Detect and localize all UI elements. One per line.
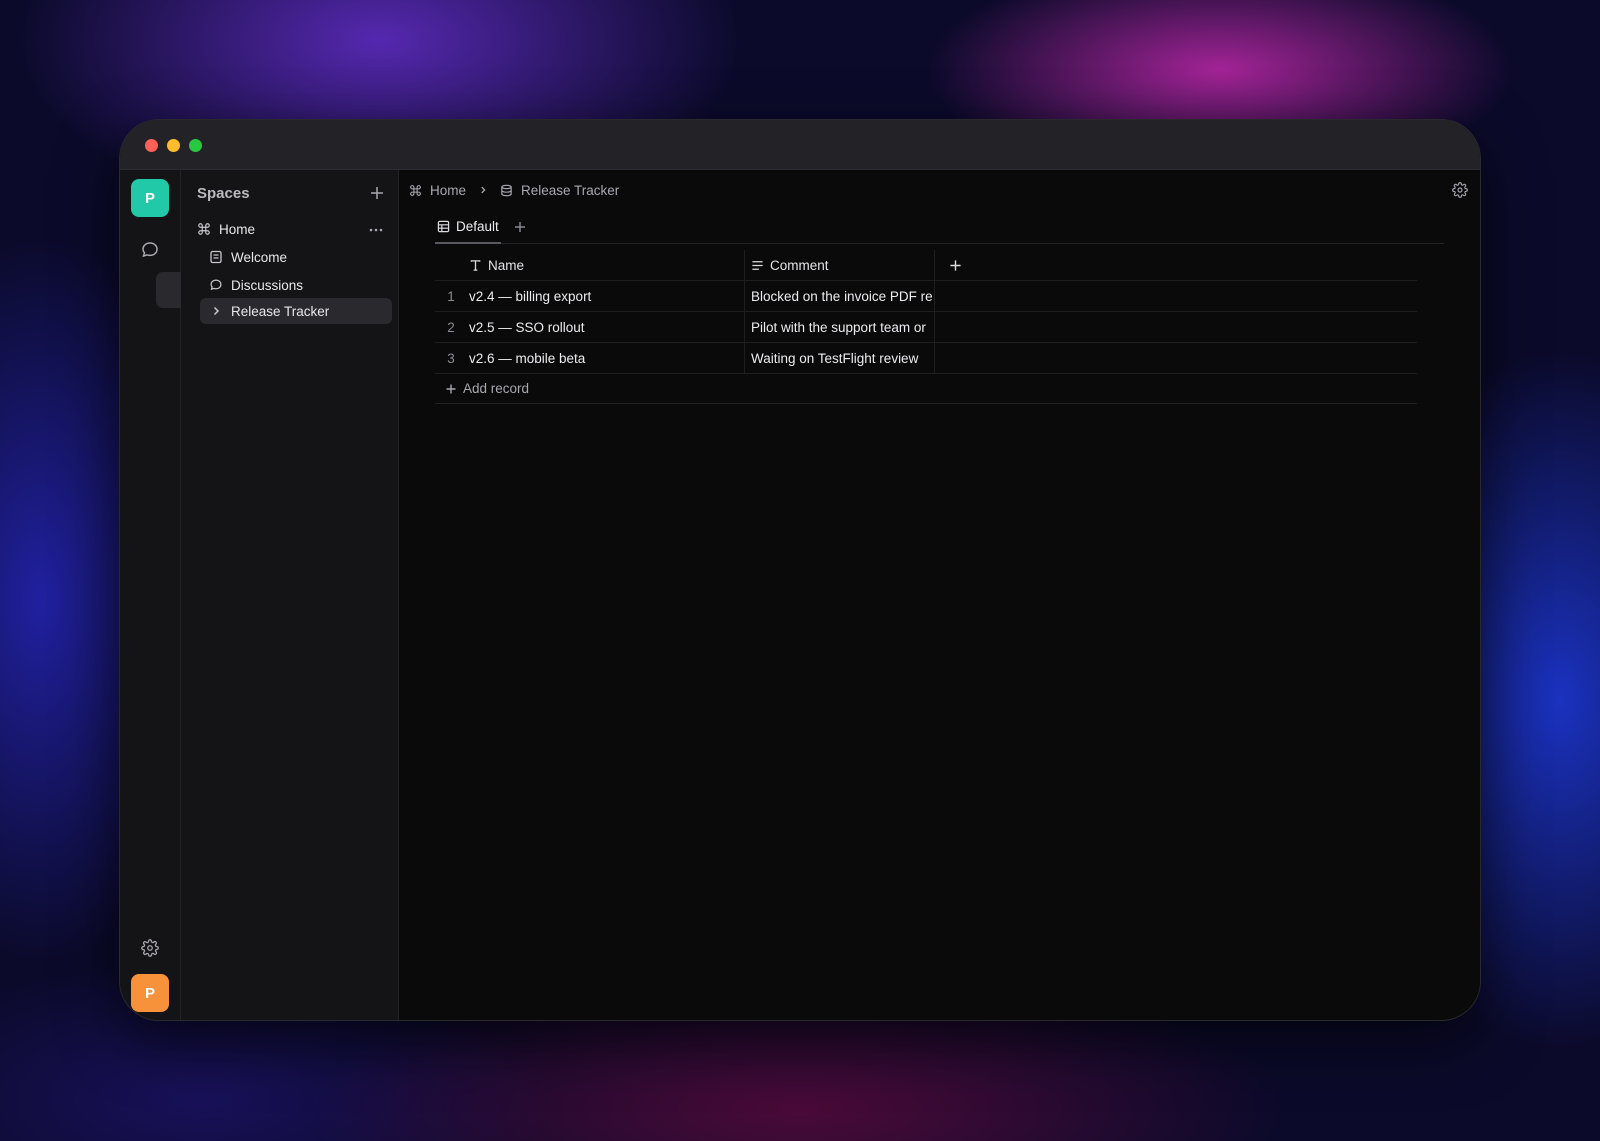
command-icon [196, 221, 212, 237]
add-view-icon[interactable] [513, 220, 527, 234]
sidebar-item-label: Discussions [231, 277, 304, 293]
breadcrumb: Home Release Tracker [409, 181, 619, 199]
chat-bubble-icon [208, 277, 224, 293]
chevron-right-icon[interactable] [208, 303, 224, 319]
comment-cell[interactable]: Pilot with the support team or [744, 312, 935, 342]
chat-button[interactable] [131, 232, 169, 268]
app-window: P P Spaces Home Welcome Discussions Rele… [119, 119, 1481, 1021]
spaces-sidebar: Spaces Home Welcome Discussions Release … [181, 170, 399, 1020]
sidebar-item-home[interactable]: Home [196, 216, 388, 242]
table-row[interactable]: 3 v2.6 — mobile beta Waiting on TestFlig… [435, 343, 1417, 374]
column-header-comment[interactable]: Comment [744, 250, 935, 280]
text-type-icon [469, 258, 483, 272]
zoom-window-button[interactable] [189, 139, 202, 152]
row-index: 1 [447, 288, 455, 304]
comment-cell[interactable]: Blocked on the invoice PDF re [744, 281, 935, 311]
sidebar-item-discussions[interactable]: Discussions [200, 272, 392, 298]
page-icon [208, 249, 224, 265]
view-tabs: Default [435, 210, 1444, 244]
tab-default[interactable]: Default [435, 219, 501, 244]
tab-label: Default [456, 219, 499, 234]
sidebar-item-label: Welcome [231, 249, 288, 265]
records-table: Name Comment 1 v2.4 — billing export Blo… [435, 250, 1417, 404]
breadcrumb-home[interactable]: Home [430, 183, 466, 198]
add-record-button[interactable]: Add record [435, 374, 1417, 404]
row-index: 3 [447, 350, 455, 366]
title-bar [120, 120, 1480, 170]
name-cell[interactable]: v2.6 — mobile beta [467, 343, 744, 373]
table-row[interactable]: 2 v2.5 — SSO rollout Pilot with the supp… [435, 312, 1417, 343]
add-record-label: Add record [463, 381, 530, 396]
main-content: Home Release Tracker Default Name Commen… [399, 170, 1480, 1020]
sidebar-item-welcome[interactable]: Welcome [200, 244, 392, 270]
gear-icon[interactable] [1452, 182, 1468, 198]
table-row[interactable]: 1 v2.4 — billing export Blocked on the i… [435, 281, 1417, 312]
database-icon [500, 183, 514, 197]
breadcrumb-current[interactable]: Release Tracker [521, 183, 619, 198]
sidebar-item-release-tracker[interactable]: Release Tracker [200, 298, 392, 324]
workspace-avatar[interactable]: P [131, 179, 169, 217]
name-cell[interactable]: v2.4 — billing export [467, 281, 744, 311]
table-header: Name Comment [435, 250, 1417, 281]
add-space-icon[interactable] [368, 184, 386, 202]
row-index: 2 [447, 319, 455, 335]
column-label: Name [488, 257, 525, 273]
lines-icon [751, 258, 765, 272]
more-options-icon[interactable] [368, 223, 384, 237]
column-label: Comment [770, 257, 829, 273]
command-icon [409, 183, 423, 197]
sidebar-item-label: Release Tracker [231, 303, 330, 319]
plus-icon [445, 383, 457, 395]
index-header [435, 250, 467, 280]
minimize-window-button[interactable] [167, 139, 180, 152]
app-rail: P P [120, 170, 1138, 1020]
table-icon [437, 219, 451, 233]
chat-bubble-icon [142, 242, 158, 258]
sidebar-item-label: Home [219, 221, 256, 237]
chevron-right-icon [478, 185, 488, 195]
gear-icon [141, 939, 159, 957]
user-avatar[interactable]: P [131, 974, 169, 1012]
spaces-title: Spaces [197, 185, 250, 202]
column-header-name[interactable]: Name [467, 250, 744, 280]
add-column-button[interactable] [935, 250, 975, 280]
comment-cell[interactable]: Waiting on TestFlight review [744, 343, 935, 373]
name-cell[interactable]: v2.5 — SSO rollout [467, 312, 744, 342]
rail-settings-button[interactable] [131, 930, 169, 966]
plus-icon [949, 259, 961, 271]
close-window-button[interactable] [145, 139, 158, 152]
